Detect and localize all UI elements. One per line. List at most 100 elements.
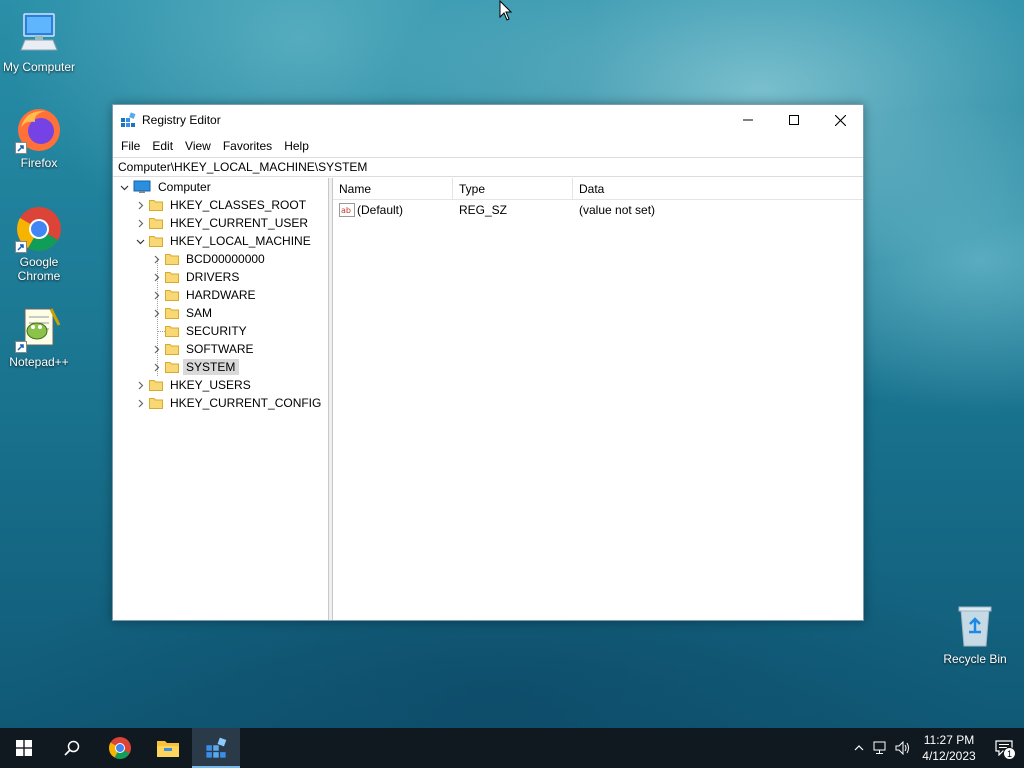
tree-node-system[interactable]: SYSTEM <box>149 358 240 376</box>
window-title: Registry Editor <box>142 113 221 127</box>
close-icon <box>834 114 846 126</box>
maximize-icon <box>789 115 799 125</box>
search-button[interactable] <box>48 728 96 768</box>
tree-node-label: Computer <box>158 180 211 194</box>
folder-icon <box>165 324 179 338</box>
expand-arrow-icon[interactable] <box>149 286 163 304</box>
tree-node-label: SAM <box>186 306 213 320</box>
expand-arrow-icon[interactable] <box>149 304 163 322</box>
folder-icon <box>149 216 163 230</box>
desktop-icon-label: Recycle Bin <box>943 652 1007 666</box>
registry-editor-window: Registry Editor File Edit View Favorites… <box>112 104 864 621</box>
list-header: Name Type Data <box>333 178 863 200</box>
chevron-up-icon <box>854 745 864 751</box>
desktop-icon-firefox[interactable]: Firefox <box>0 106 79 170</box>
collapse-arrow-icon[interactable] <box>117 178 131 196</box>
tree-node-bcd00000000[interactable]: BCD00000000 <box>149 250 268 268</box>
expand-arrow-icon[interactable] <box>133 196 147 214</box>
title-bar[interactable]: Registry Editor <box>113 105 863 135</box>
folder-icon <box>165 252 179 266</box>
tree-node-hkey-users[interactable]: HKEY_USERS <box>133 376 254 394</box>
expand-arrow-icon[interactable] <box>149 358 163 376</box>
minimize-button[interactable] <box>725 105 771 135</box>
column-header-type[interactable]: Type <box>453 178 573 199</box>
tree-node-label: SOFTWARE <box>186 342 254 356</box>
shortcut-arrow-icon <box>15 142 27 154</box>
desktop-icon-label: Notepad++ <box>9 355 69 369</box>
network-button[interactable] <box>870 728 892 768</box>
start-button[interactable] <box>0 728 48 768</box>
expand-arrow-icon[interactable] <box>133 214 147 232</box>
volume-button[interactable] <box>892 728 914 768</box>
notification-count-badge: 1 <box>1003 747 1016 760</box>
desktop-icon-label: Firefox <box>20 156 58 170</box>
my-computer-icon <box>15 10 63 58</box>
minimize-icon <box>743 119 753 121</box>
start-icon <box>16 740 32 756</box>
tree-node-software[interactable]: SOFTWARE <box>149 340 257 358</box>
tree-node-security[interactable]: SECURITY <box>149 322 250 340</box>
value-type: REG_SZ <box>459 203 508 217</box>
network-icon <box>873 741 886 754</box>
taskbar-registry-editor-button[interactable] <box>192 728 240 768</box>
folder-icon <box>149 396 163 410</box>
clock-date: 4/12/2023 <box>922 749 976 763</box>
firefox-icon <box>15 106 63 154</box>
folder-icon <box>165 306 179 320</box>
value-data: (value not set) <box>579 203 656 217</box>
folder-icon <box>165 288 179 302</box>
system-tray: 11:27 PM 4/12/2023 1 <box>848 728 1024 768</box>
tree-node-hkey-classes-root[interactable]: HKEY_CLASSES_ROOT <box>133 196 309 214</box>
maximize-button[interactable] <box>771 105 817 135</box>
taskbar: 11:27 PM 4/12/2023 1 <box>0 728 1024 768</box>
tree-node-sam[interactable]: SAM <box>149 304 215 322</box>
tree-node-hkey-current-user[interactable]: HKEY_CURRENT_USER <box>133 214 311 232</box>
menu-bar: File Edit View Favorites Help <box>113 135 863 157</box>
folder-icon <box>165 342 179 356</box>
menu-help[interactable]: Help <box>278 135 315 157</box>
shortcut-arrow-icon <box>15 341 27 353</box>
desktop-icon-recycle-bin[interactable]: Recycle Bin <box>935 602 1015 666</box>
chrome-icon <box>15 205 63 253</box>
list-item[interactable]: ab (Default) REG_SZ (value not set) <box>333 200 863 220</box>
recycle-bin-icon <box>951 602 999 650</box>
tree-node-hkey-current-config[interactable]: HKEY_CURRENT_CONFIG <box>133 394 324 412</box>
registry-editor-icon <box>206 737 227 758</box>
desktop-icon-my-computer[interactable]: My Computer <box>0 10 79 74</box>
desktop-icon-notepad-plus-plus[interactable]: Notepad++ <box>0 305 79 369</box>
tree-node-hkey-local-machine[interactable]: HKEY_LOCAL_MACHINE <box>133 232 314 250</box>
desktop-icon-chrome[interactable]: Google Chrome <box>0 205 79 283</box>
address-bar[interactable]: Computer\HKEY_LOCAL_MACHINE\SYSTEM <box>113 157 863 177</box>
column-header-name[interactable]: Name <box>333 178 453 199</box>
folder-icon <box>149 378 163 392</box>
expand-arrow-icon[interactable] <box>133 376 147 394</box>
menu-favorites[interactable]: Favorites <box>217 135 278 157</box>
expand-arrow-icon[interactable] <box>149 268 163 286</box>
tree-node-hardware[interactable]: HARDWARE <box>149 286 259 304</box>
shortcut-arrow-icon <box>15 241 27 253</box>
tree-node-label: SECURITY <box>186 324 247 338</box>
tree-node-computer[interactable]: Computer <box>117 178 214 196</box>
values-list[interactable]: Name Type Data ab (Default) REG_SZ (valu… <box>333 178 863 620</box>
tree-node-label: DRIVERS <box>186 270 240 284</box>
registry-editor-icon <box>120 112 136 128</box>
column-header-data[interactable]: Data <box>573 178 863 199</box>
show-hidden-icons-button[interactable] <box>848 728 870 768</box>
collapse-arrow-icon[interactable] <box>133 232 147 250</box>
taskbar-file-explorer-button[interactable] <box>144 728 192 768</box>
tree-node-label: BCD00000000 <box>186 252 265 266</box>
expand-arrow-icon[interactable] <box>133 394 147 412</box>
tree-node-drivers[interactable]: DRIVERS <box>149 268 242 286</box>
expand-arrow-icon[interactable] <box>149 250 163 268</box>
close-button[interactable] <box>817 105 863 135</box>
taskbar-clock[interactable]: 11:27 PM 4/12/2023 <box>914 732 984 764</box>
menu-edit[interactable]: Edit <box>146 135 179 157</box>
expand-arrow-icon[interactable] <box>149 340 163 358</box>
taskbar-chrome-button[interactable] <box>96 728 144 768</box>
menu-file[interactable]: File <box>115 135 146 157</box>
action-center-button[interactable]: 1 <box>984 728 1024 768</box>
tree-node-label: HKEY_CLASSES_ROOT <box>170 198 307 212</box>
registry-tree[interactable]: Computer HKEY_CLASSES_ROOT HKEY_CURRENT_… <box>113 178 329 620</box>
tree-node-label: HKEY_CURRENT_CONFIG <box>170 396 322 410</box>
menu-view[interactable]: View <box>179 135 217 157</box>
